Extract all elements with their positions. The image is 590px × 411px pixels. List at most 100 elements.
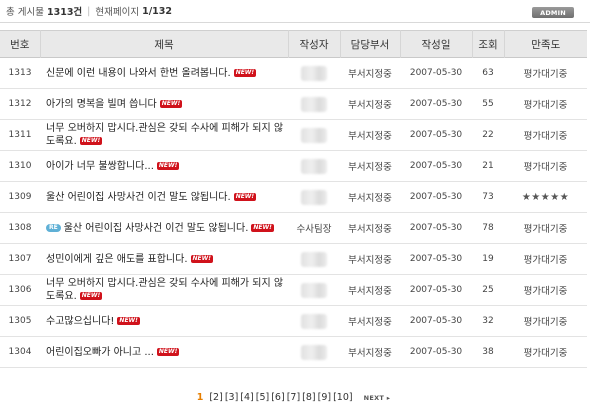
table-row[interactable]: 1306 너무 오버하지 맙시다.관심은 갖되 수사에 피해가 되지 않도록요. N… [0, 275, 587, 306]
post-title: 울산 어린이집 사망사건 이건 말도 않됩니다. NEW! [40, 182, 288, 213]
post-rating: 평가대기중 [523, 286, 568, 297]
post-views: 73 [482, 192, 494, 202]
col-title: 제목 [39, 30, 288, 58]
next-page-button[interactable]: NEXT ▸ [364, 394, 391, 402]
table-row[interactable]: 1305 수고많으십니다! NEW! 부서지정중 2007-05-30 32 평가대기중 [0, 306, 587, 337]
post-date: 2007-05-30 [409, 161, 463, 171]
post-views: 55 [482, 99, 494, 109]
post-title: 아이가 너무 불쌍합니다... NEW! [40, 151, 288, 182]
board-summary: 총 게시물 1313건 | 현재페이지 1/132 ADMIN [0, 0, 590, 23]
new-badge: NEW! [156, 347, 180, 356]
page-link[interactable]: [10] [333, 392, 353, 403]
table-row[interactable]: 1313 신문에 이런 내용이 나와서 한번 올려봅니다. NEW! 부서지정중 200… [0, 58, 587, 89]
post-author [288, 337, 340, 368]
post-author [288, 58, 340, 89]
post-rating: 평가대기중 [523, 131, 568, 142]
post-author [288, 306, 340, 337]
post-title-link[interactable]: 울산 어린이집 사망사건 이건 말도 않됩니다. [46, 192, 231, 203]
post-author [288, 120, 340, 151]
table-row[interactable]: 1311 너무 오버하지 맙시다.관심은 갖되 수사에 피해가 되지 않도록요. N… [0, 120, 587, 151]
post-views: 25 [482, 285, 494, 295]
post-title-link[interactable]: 수고많으십니다! [46, 316, 114, 327]
page-current[interactable]: 1 [197, 392, 204, 403]
post-department: 부서지정중 [348, 224, 392, 235]
table-row[interactable]: 1312 아가의 명복을 빌며 씁니다 NEW! 부서지정중 2007-05-30 55 평… [0, 89, 587, 120]
author-blurred [301, 158, 327, 174]
new-badge: NEW! [251, 223, 274, 232]
author-blurred [301, 65, 327, 81]
table-row[interactable]: 1304 어린이집오빠가 아니고 ... NEW! 부서지정중 2007-05-30 38… [0, 337, 587, 368]
post-department: 부서지정중 [348, 193, 392, 204]
author-blurred [301, 96, 327, 112]
admin-button[interactable]: ADMIN [532, 7, 574, 18]
post-department: 부서지정중 [348, 69, 392, 80]
col-views: 조회 [471, 30, 504, 58]
post-title: 아가의 명복을 빌며 씁니다 NEW! [40, 89, 288, 120]
post-rating: 평가대기중 [523, 255, 568, 266]
table-row[interactable]: 1309 울산 어린이집 사망사건 이건 말도 않됩니다. NEW! 부서지정중 200… [0, 182, 587, 213]
post-date: 2007-05-30 [409, 223, 463, 233]
post-views: 19 [482, 254, 494, 264]
post-date: 2007-05-30 [409, 347, 463, 357]
post-views: 32 [482, 316, 494, 326]
current-page-value: 1/132 [142, 5, 172, 17]
post-date: 2007-05-30 [409, 99, 463, 109]
post-title: 성민이에게 깊은 애도를 표합니다. NEW! [40, 244, 288, 275]
post-rating: 평가대기중 [523, 224, 568, 235]
post-date: 2007-05-30 [409, 68, 463, 78]
table-row[interactable]: 1308 RE 울산 어린이집 사망사건 이건 말도 않됩니다. NEW! 수사팀장 부서… [0, 213, 587, 244]
post-title-link[interactable]: 아가의 명복을 빌며 씁니다 [46, 99, 157, 110]
table-header: 번호 제목 작성자 담당부서 작성일 조회 만족도 [0, 30, 587, 58]
post-title: 너무 오버하지 맙시다.관심은 갖되 수사에 피해가 되지 않도록요. NEW! [40, 120, 288, 151]
col-department: 담당부서 [339, 30, 400, 58]
post-title: 너무 오버하지 맙시다.관심은 갖되 수사에 피해가 되지 않도록요. NEW! [40, 275, 288, 306]
post-views: 21 [482, 161, 494, 171]
post-author [288, 275, 340, 306]
page-link[interactable]: [2] [209, 392, 222, 403]
author-blurred [301, 189, 327, 205]
page-link[interactable]: [3] [225, 392, 238, 403]
post-title-link[interactable]: 성민이에게 깊은 애도를 표합니다. [46, 254, 188, 265]
post-title-link[interactable]: 어린이집오빠가 아니고 ... [46, 347, 154, 358]
new-badge: NEW! [79, 137, 103, 145]
page-link[interactable]: [4] [240, 392, 253, 403]
post-views: 38 [482, 347, 494, 357]
page-link[interactable]: [8] [302, 392, 315, 403]
post-title-link[interactable]: 아이가 너무 불쌍합니다... [46, 161, 154, 172]
post-rating: 평가대기중 [523, 162, 568, 173]
current-page-label: 현재페이지 [95, 7, 140, 18]
post-number: 1312 [8, 99, 32, 109]
post-title-link[interactable]: 울산 어린이집 사망사건 이건 말도 않됩니다. [64, 223, 249, 234]
post-author [288, 244, 340, 275]
post-author [288, 89, 340, 120]
post-author: 수사팀장 [288, 213, 340, 244]
post-number: 1304 [8, 347, 32, 357]
post-title: 신문에 이런 내용이 나와서 한번 올려봅니다. NEW! [40, 58, 288, 89]
post-date: 2007-05-30 [409, 316, 463, 326]
post-rating: 평가대기중 [523, 348, 568, 359]
post-rating: 평가대기중 [523, 317, 568, 328]
post-title: RE 울산 어린이집 사망사건 이건 말도 않됩니다. NEW! [40, 213, 288, 244]
author-blurred [301, 344, 327, 360]
new-badge: NEW! [190, 254, 213, 263]
page-link[interactable]: [5] [256, 392, 269, 403]
author-blurred [301, 313, 327, 329]
board-table: 번호 제목 작성자 담당부서 작성일 조회 만족도 1313 신문에 이런 내용이… [0, 30, 587, 368]
page-link[interactable]: [9] [318, 392, 331, 403]
post-number: 1305 [8, 316, 32, 326]
new-badge: NEW! [233, 192, 257, 201]
post-views: 22 [482, 130, 494, 140]
post-rating: 평가대기중 [523, 100, 568, 111]
table-row[interactable]: 1307 성민이에게 깊은 애도를 표합니다. NEW! 부서지정중 2007-05-3… [0, 244, 587, 275]
page-link[interactable]: [7] [287, 392, 300, 403]
post-number: 1308 [8, 223, 32, 233]
post-title-link[interactable]: 신문에 이런 내용이 나와서 한번 올려봅니다. [46, 68, 231, 79]
table-row[interactable]: 1310 아이가 너무 불쌍합니다... NEW! 부서지정중 2007-05-30 21… [0, 151, 587, 182]
col-author: 작성자 [287, 30, 340, 58]
post-department: 부서지정중 [348, 255, 392, 266]
post-number: 1313 [8, 68, 32, 78]
page-link[interactable]: [6] [271, 392, 284, 403]
post-views: 63 [482, 68, 494, 78]
col-date: 작성일 [399, 30, 472, 58]
post-number: 1311 [8, 130, 32, 140]
